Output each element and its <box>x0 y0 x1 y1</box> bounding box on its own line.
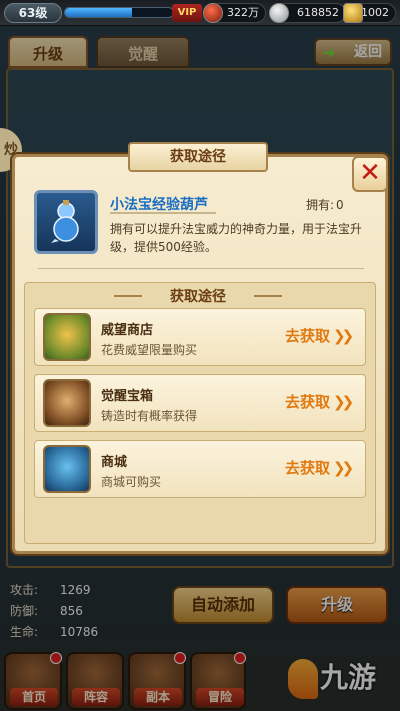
go-get-label: 去获取 <box>285 327 331 345</box>
go-get-label: 去获取 <box>285 393 331 411</box>
exp-bar <box>64 7 174 18</box>
coin-icon <box>269 3 289 23</box>
close-icon: ✕ <box>359 158 381 188</box>
source-name: 觉醒宝箱 <box>101 389 154 404</box>
gourd-icon <box>51 200 79 243</box>
silver-counter[interactable]: 322万 <box>203 3 266 23</box>
player-level: 63级 <box>4 3 62 23</box>
source-prestige-shop[interactable]: 威望商店 花费威望限量购买 去获取 ❯❯ <box>34 308 366 366</box>
mall-icon <box>43 445 91 493</box>
source-awaken-chest[interactable]: 觉醒宝箱 铸造时有概率获得 去获取 ❯❯ <box>34 374 366 432</box>
silver-value: 322万 <box>227 6 259 19</box>
status-bar: 63级 VIP 322万 618852 1002 <box>0 0 400 26</box>
go-get-button[interactable]: 去获取 ❯❯ <box>285 457 354 478</box>
source-mall[interactable]: 商城 商城可购买 去获取 ❯❯ <box>34 440 366 498</box>
source-desc: 商城可购买 <box>101 475 162 489</box>
gold-value: 1002 <box>361 6 389 19</box>
item-name-underline <box>110 212 216 214</box>
item-name: 小法宝经验葫芦 <box>110 197 208 213</box>
sources-title: 获取途径 <box>114 286 282 306</box>
owned-value: 0 <box>336 198 344 212</box>
double-chevron-icon: ❯❯ <box>333 393 354 411</box>
source-name: 商城 <box>101 455 128 470</box>
coin-value: 618852 <box>297 6 339 19</box>
exp-bar-fill <box>65 8 132 17</box>
owned-count: 拥有: 0 <box>304 196 344 213</box>
awaken-chest-icon <box>43 379 91 427</box>
divider <box>38 268 364 269</box>
gold-ingot-icon <box>343 3 363 23</box>
go-get-label: 去获取 <box>285 459 331 477</box>
silver-icon <box>203 3 223 23</box>
owned-label: 拥有: <box>306 198 335 212</box>
go-get-button[interactable]: 去获取 ❯❯ <box>285 391 354 412</box>
source-desc: 铸造时有概率获得 <box>101 409 198 423</box>
go-get-button[interactable]: 去获取 ❯❯ <box>285 325 354 346</box>
gold-counter[interactable]: 1002 <box>343 3 396 23</box>
close-button[interactable]: ✕ <box>352 156 388 192</box>
source-name: 威望商店 <box>101 323 154 338</box>
prestige-shop-icon <box>43 313 91 361</box>
vip-badge[interactable]: VIP <box>172 4 202 22</box>
item-description: 拥有可以提升法宝威力的神奇力量，用于法宝升级，提供500经验。 <box>110 222 363 254</box>
item-icon <box>34 190 98 254</box>
coin-counter[interactable]: 618852 <box>269 3 346 23</box>
dialog-title: 获取途径 <box>128 142 268 172</box>
source-desc: 花费威望限量购买 <box>101 343 198 357</box>
double-chevron-icon: ❯❯ <box>333 327 354 345</box>
double-chevron-icon: ❯❯ <box>333 459 354 477</box>
